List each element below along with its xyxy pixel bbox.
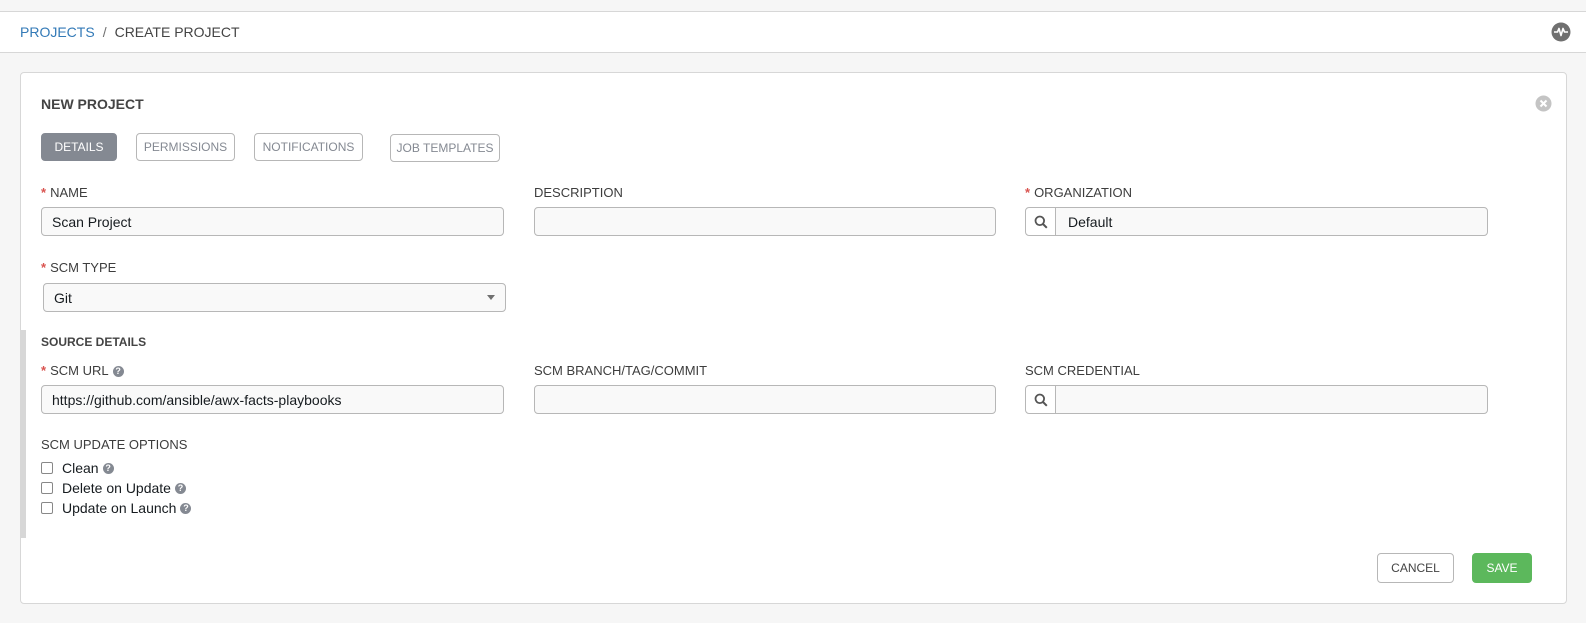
description-input[interactable] xyxy=(534,207,996,236)
breadcrumb: PROJECTS / CREATE PROJECT xyxy=(20,12,240,52)
delete-on-update-checkbox[interactable] xyxy=(41,482,53,494)
source-details-title: SOURCE DETAILS xyxy=(41,335,147,349)
organization-input[interactable]: Default xyxy=(1056,208,1124,235)
delete-on-update-option: Delete on Update ? xyxy=(41,480,186,496)
description-label: DESCRIPTION xyxy=(534,185,623,200)
tab-permissions[interactable]: PERMISSIONS xyxy=(136,133,235,161)
help-icon[interactable]: ? xyxy=(102,462,114,474)
clean-checkbox[interactable] xyxy=(41,462,53,474)
cancel-button[interactable]: CANCEL xyxy=(1377,553,1454,583)
chevron-down-icon xyxy=(487,295,495,300)
delete-on-update-label: Delete on Update xyxy=(62,480,171,496)
update-on-launch-checkbox[interactable] xyxy=(41,502,53,514)
help-icon[interactable]: ? xyxy=(174,482,186,494)
activity-stream-icon[interactable] xyxy=(1551,22,1571,42)
scm-type-label: * SCM TYPE xyxy=(41,260,117,275)
new-project-panel: NEW PROJECT DETAILS PERMISSIONS NOTIFICA… xyxy=(20,72,1567,604)
source-details-bar xyxy=(21,330,26,538)
name-input[interactable]: Scan Project xyxy=(41,207,504,236)
scm-url-input[interactable]: https://github.com/ansible/awx-facts-pla… xyxy=(41,385,504,414)
name-label: * NAME xyxy=(41,185,88,200)
breadcrumb-projects-link[interactable]: PROJECTS xyxy=(20,24,95,40)
close-icon[interactable] xyxy=(1535,95,1552,112)
scm-url-label: * SCM URL? xyxy=(41,363,124,378)
scm-type-value: Git xyxy=(54,289,72,306)
help-icon[interactable]: ? xyxy=(112,366,124,378)
scm-credential-label: SCM CREDENTIAL xyxy=(1025,363,1140,378)
search-icon[interactable] xyxy=(1026,208,1056,235)
scm-credential-input[interactable] xyxy=(1056,386,1080,413)
panel-title: NEW PROJECT xyxy=(41,96,144,112)
scm-credential-lookup xyxy=(1025,385,1488,414)
tab-notifications[interactable]: NOTIFICATIONS xyxy=(254,133,363,161)
tab-job-templates[interactable]: JOB TEMPLATES xyxy=(390,134,500,162)
tab-details[interactable]: DETAILS xyxy=(41,133,117,161)
save-button[interactable]: SAVE xyxy=(1472,553,1532,583)
scm-branch-label: SCM BRANCH/TAG/COMMIT xyxy=(534,363,708,378)
organization-lookup: Default xyxy=(1025,207,1488,236)
help-icon[interactable]: ? xyxy=(180,502,192,514)
header-bar: PROJECTS / CREATE PROJECT xyxy=(0,12,1586,53)
update-on-launch-option: Update on Launch ? xyxy=(41,500,192,516)
scm-update-options-label: SCM UPDATE OPTIONS xyxy=(41,437,188,452)
scm-type-select[interactable]: Git xyxy=(43,283,506,312)
update-on-launch-label: Update on Launch xyxy=(62,500,177,516)
breadcrumb-separator: / xyxy=(102,24,107,40)
breadcrumb-current: CREATE PROJECT xyxy=(114,24,240,40)
clean-label: Clean xyxy=(62,460,99,476)
clean-option: Clean ? xyxy=(41,460,114,476)
scm-branch-input[interactable] xyxy=(534,385,996,414)
search-icon[interactable] xyxy=(1026,386,1056,413)
organization-label: * ORGANIZATION xyxy=(1025,185,1133,200)
